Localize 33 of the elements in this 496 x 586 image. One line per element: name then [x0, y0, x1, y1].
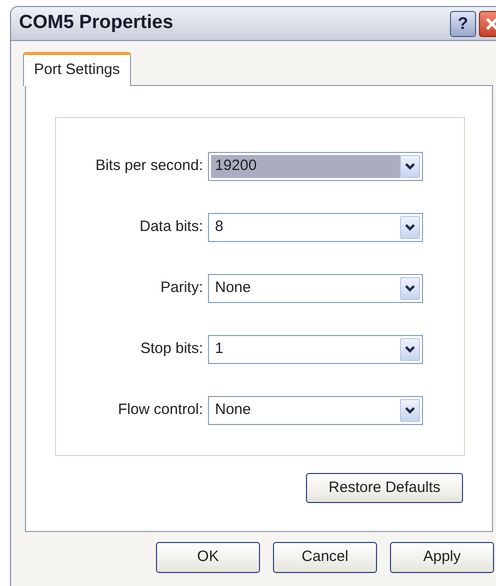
field-label: Data bits: — [138, 217, 204, 238]
dropdown-button[interactable] — [400, 277, 420, 300]
help-button[interactable]: ? — [450, 10, 476, 36]
field-label: Flow control: — [116, 400, 204, 420]
dialog-button[interactable]: Cancel — [273, 542, 377, 573]
dropdown[interactable]: 8 — [208, 213, 423, 242]
window-title: COM5 Properties — [19, 11, 174, 36]
chevron-down-icon — [404, 345, 416, 354]
dropdown[interactable]: None — [208, 396, 423, 425]
dropdown-button[interactable] — [400, 338, 420, 361]
dropdown-value: None — [214, 278, 252, 298]
dropdown-button[interactable] — [400, 216, 420, 239]
dropdown-button[interactable] — [400, 155, 420, 178]
dropdown[interactable]: 19200 — [208, 152, 423, 181]
chevron-down-icon — [404, 223, 416, 232]
tab[interactable]: Port Settings — [23, 52, 131, 86]
dropdown-value: 1 — [214, 339, 224, 360]
dropdown[interactable]: None — [208, 274, 423, 303]
dropdown-value: 19200 — [211, 155, 400, 178]
chevron-down-icon — [404, 406, 416, 415]
dropdown-value: None — [214, 400, 252, 420]
dropdown-button[interactable] — [400, 399, 420, 422]
restore-defaults-button[interactable]: Restore Defaults — [306, 473, 463, 503]
field-label: Stop bits: — [139, 339, 204, 360]
dialog-button[interactable]: OK — [156, 542, 260, 573]
field-label: Parity: — [159, 278, 204, 298]
dialog-button[interactable]: Apply — [390, 542, 494, 573]
field-label: Bits per second: — [94, 156, 204, 176]
chevron-down-icon — [404, 162, 416, 171]
dropdown-value: 8 — [214, 217, 224, 238]
chevron-down-icon — [404, 284, 416, 293]
close-icon — [484, 16, 496, 32]
dropdown[interactable]: 1 — [208, 335, 423, 364]
